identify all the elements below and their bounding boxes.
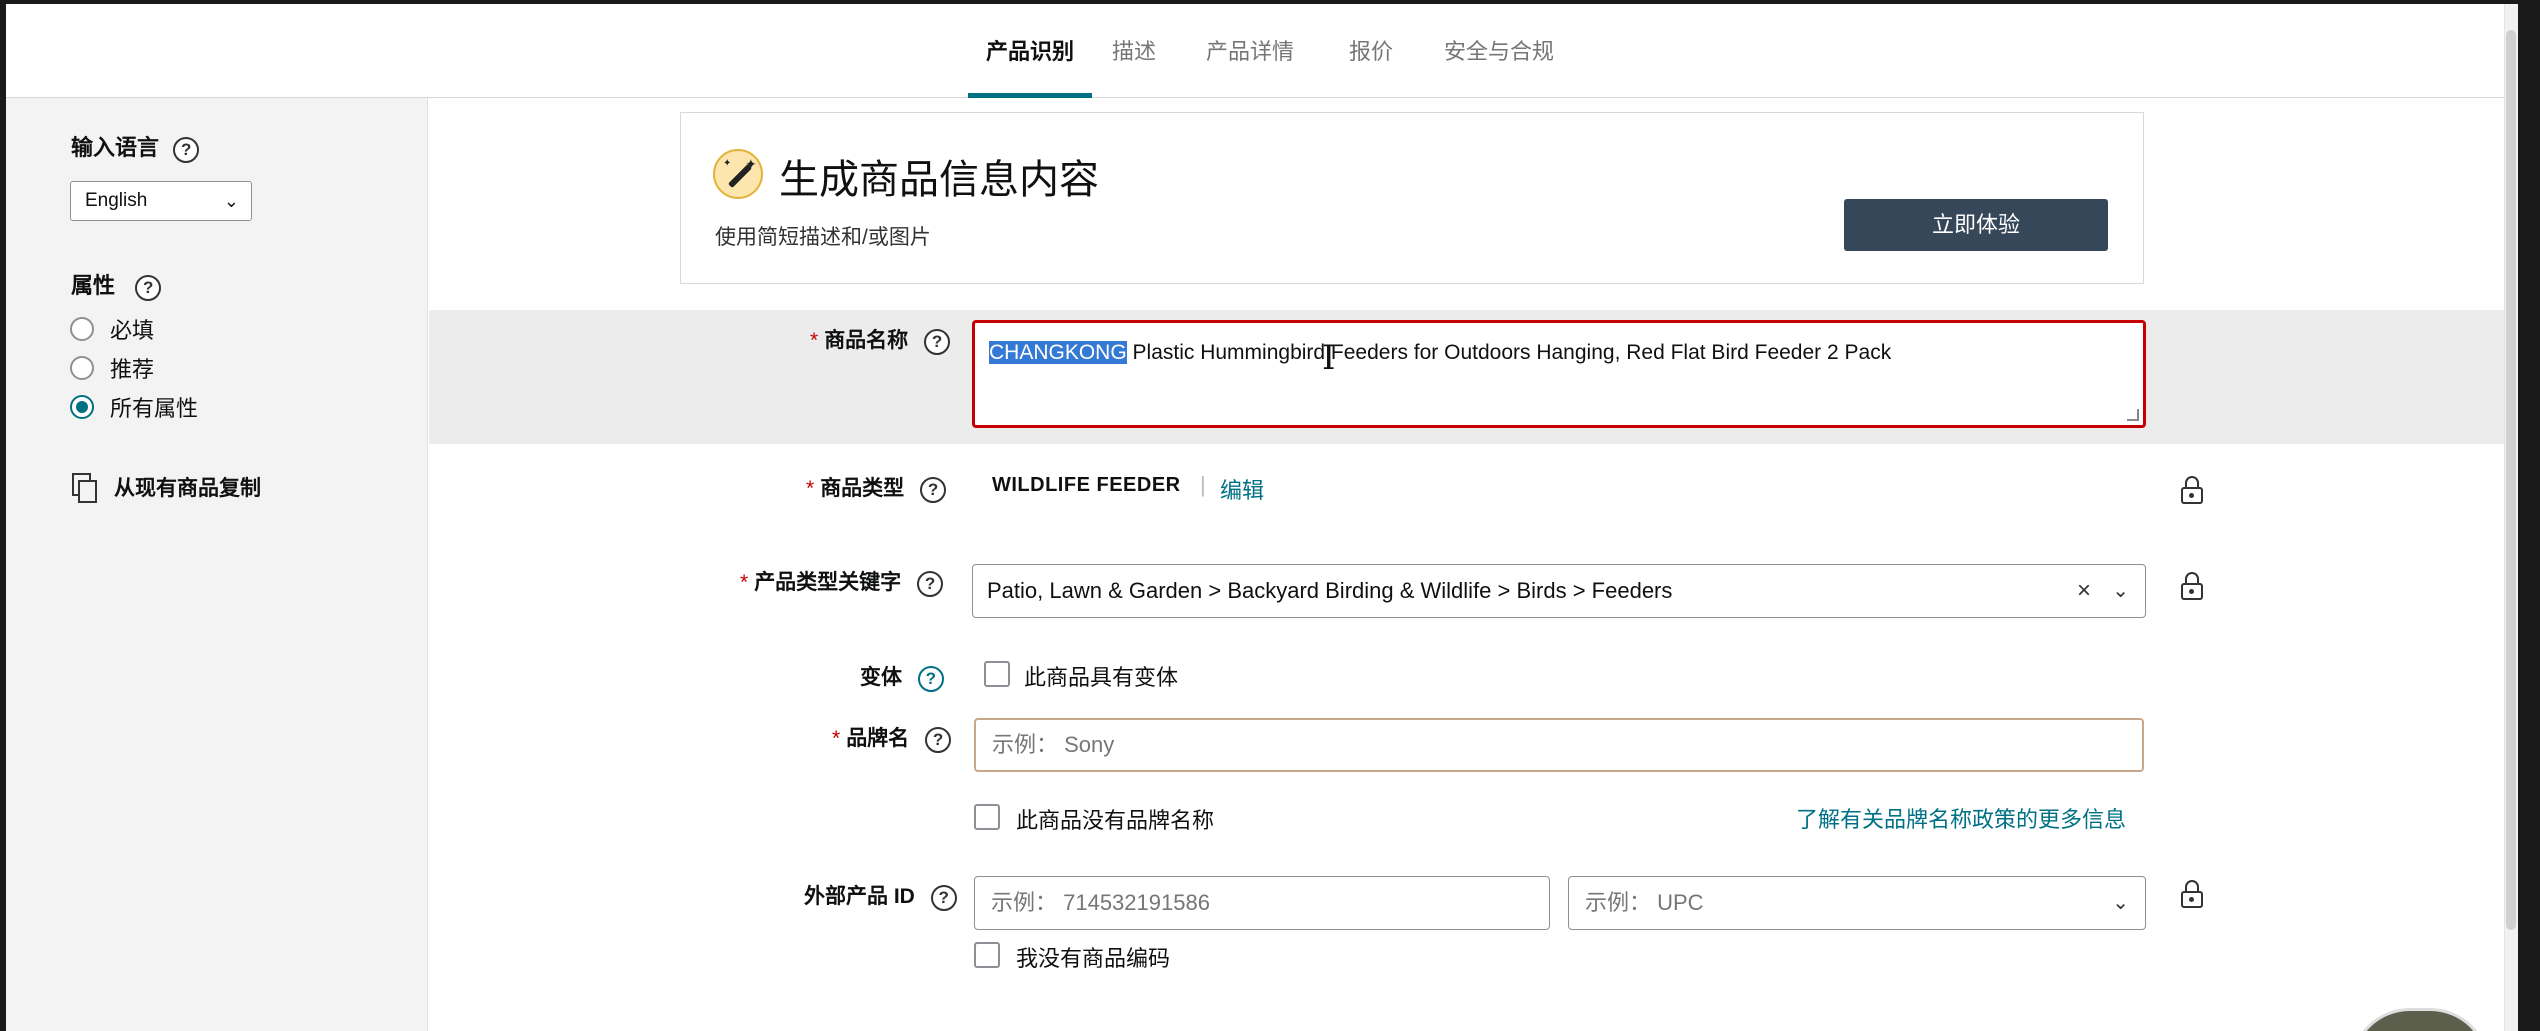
clear-icon[interactable]: × [2077, 565, 2091, 617]
product-type-label: * 商品类型 ? [806, 472, 947, 503]
no-brand-label: 此商品没有品牌名称 [1016, 808, 1215, 833]
external-id-type-placeholder: 示例： UPC [1585, 890, 1704, 915]
radio-button[interactable] [70, 395, 94, 419]
external-id-input[interactable]: 示例： 714532191586 [974, 876, 1550, 930]
radio-label: 必填 [110, 318, 155, 343]
brand-policy-link[interactable]: 了解有关品牌名称政策的更多信息 [1796, 802, 2126, 834]
radio-required[interactable]: 必填 [70, 314, 154, 344]
help-icon[interactable]: ? [135, 275, 162, 301]
webcam-overlay [2350, 1008, 2490, 1031]
listing-tabs: 产品识别 描述 产品详情 报价 安全与合规 [6, 4, 2504, 98]
no-brand-checkbox[interactable] [974, 804, 1000, 830]
variation-label: 变体 ? [860, 661, 944, 692]
chevron-down-icon: ⌄ [223, 191, 239, 211]
no-product-code-label: 我没有商品编码 [1016, 946, 1171, 971]
radio-label: 推荐 [110, 357, 155, 382]
attributes-label: 属性 ? [71, 268, 162, 301]
tab-description[interactable]: 描述 [1112, 32, 1156, 98]
type-keyword-select[interactable]: Patio, Lawn & Garden > Backyard Birding … [972, 564, 2146, 618]
help-icon[interactable]: ? [920, 477, 947, 503]
product-name-text: 商品名称 [824, 329, 909, 352]
tab-product-identity[interactable]: 产品识别 [968, 32, 1092, 98]
try-now-button[interactable]: 立即体验 [1844, 199, 2108, 251]
ai-card-subtitle: 使用简短描述和/或图片 [715, 226, 931, 249]
input-language-text: 输入语言 [71, 135, 160, 160]
language-value: English [85, 190, 148, 211]
language-select[interactable]: English ⌄ [70, 181, 252, 221]
tab-offer[interactable]: 报价 [1349, 32, 1393, 98]
chevron-down-icon[interactable]: ⌄ [2112, 565, 2129, 617]
lock-icon [2181, 476, 2203, 504]
resize-handle[interactable] [2127, 409, 2139, 421]
copy-from-existing-link[interactable]: 从现有商品复制 [72, 472, 261, 503]
radio-button[interactable] [70, 317, 94, 341]
input-language-label: 输入语言 ? [71, 130, 200, 163]
external-id-type-select[interactable]: 示例： UPC ⌄ [1568, 876, 2146, 930]
help-icon[interactable]: ? [924, 329, 951, 355]
brand-input[interactable]: 示例： Sony [974, 718, 2144, 772]
edit-product-type-link[interactable]: 编辑 [1220, 473, 1264, 505]
tab-label: 安全与合规 [1444, 39, 1555, 64]
product-type-value: WILDLIFE FEEDER [992, 474, 1181, 496]
product-name-textarea[interactable]: CHANGKONG Plastic Hummingbird Feeders fo… [972, 320, 2146, 428]
help-icon[interactable]: ? [930, 885, 957, 911]
variation-text: 变体 [860, 666, 902, 689]
lock-icon [2181, 880, 2203, 908]
product-type-text: 商品类型 [820, 477, 905, 500]
brand-text: 品牌名 [846, 727, 910, 750]
lock-icon [2181, 572, 2203, 600]
window-frame-right [2518, 0, 2540, 1031]
brand-label: * 品牌名 ? [832, 722, 952, 753]
radio-recommended[interactable]: 推荐 [70, 353, 154, 383]
required-mark: * [832, 727, 841, 750]
attributes-text: 属性 [71, 273, 116, 298]
help-icon[interactable]: ? [917, 571, 944, 597]
page-scrollbar-thumb[interactable] [2506, 30, 2516, 930]
sidebar: 输入语言 ? English ⌄ 属性 ? 必填 推荐 所有属性 从现有商品复制 [6, 98, 428, 1031]
selected-text: CHANGKONG [989, 341, 1127, 364]
required-mark: * [810, 329, 819, 352]
radio-button[interactable] [70, 356, 94, 380]
magic-wand-icon: ✦ ✦ [713, 149, 763, 199]
ai-generate-card: ✦ ✦ 生成商品信息内容 使用简短描述和/或图片 立即体验 [680, 112, 2144, 284]
product-name-value: Plastic Hummingbird Feeders for Outdoors… [1126, 341, 1892, 364]
tab-label: 产品详情 [1206, 39, 1295, 64]
tab-safety-compliance[interactable]: 安全与合规 [1444, 32, 1554, 98]
help-icon[interactable]: ? [173, 137, 200, 163]
no-product-code-checkbox[interactable] [974, 942, 1000, 968]
ai-card-title: 生成商品信息内容 [779, 158, 1099, 202]
product-name-label: * 商品名称 ? [810, 324, 951, 355]
external-id-text: 外部产品 ID [804, 885, 915, 908]
help-icon[interactable]: ? [925, 727, 952, 753]
tab-label: 报价 [1349, 39, 1394, 64]
has-variation-checkbox[interactable] [984, 661, 1010, 687]
type-keyword-value: Patio, Lawn & Garden > Backyard Birding … [987, 578, 1673, 603]
external-id-label: 外部产品 ID ? [804, 880, 957, 911]
external-id-placeholder: 示例： 714532191586 [991, 890, 1210, 915]
type-keyword-text: 产品类型关键字 [754, 571, 902, 594]
tab-product-details[interactable]: 产品详情 [1206, 32, 1294, 98]
tab-label: 描述 [1112, 39, 1157, 64]
required-mark: * [740, 571, 749, 594]
help-icon[interactable]: ? [917, 666, 944, 692]
copy-icon [72, 473, 97, 503]
type-keyword-label: * 产品类型关键字 ? [740, 566, 944, 597]
radio-all-attributes[interactable]: 所有属性 [70, 392, 198, 422]
brand-placeholder: 示例： Sony [992, 732, 1115, 757]
chevron-down-icon: ⌄ [2112, 892, 2129, 914]
radio-label: 所有属性 [110, 396, 199, 421]
separator: | [1200, 472, 1206, 497]
has-variation-label: 此商品具有变体 [1024, 665, 1179, 690]
text-cursor-icon: I [1322, 338, 1336, 378]
tab-label: 产品识别 [985, 39, 1074, 64]
required-mark: * [806, 477, 815, 500]
copy-label: 从现有商品复制 [114, 477, 261, 500]
